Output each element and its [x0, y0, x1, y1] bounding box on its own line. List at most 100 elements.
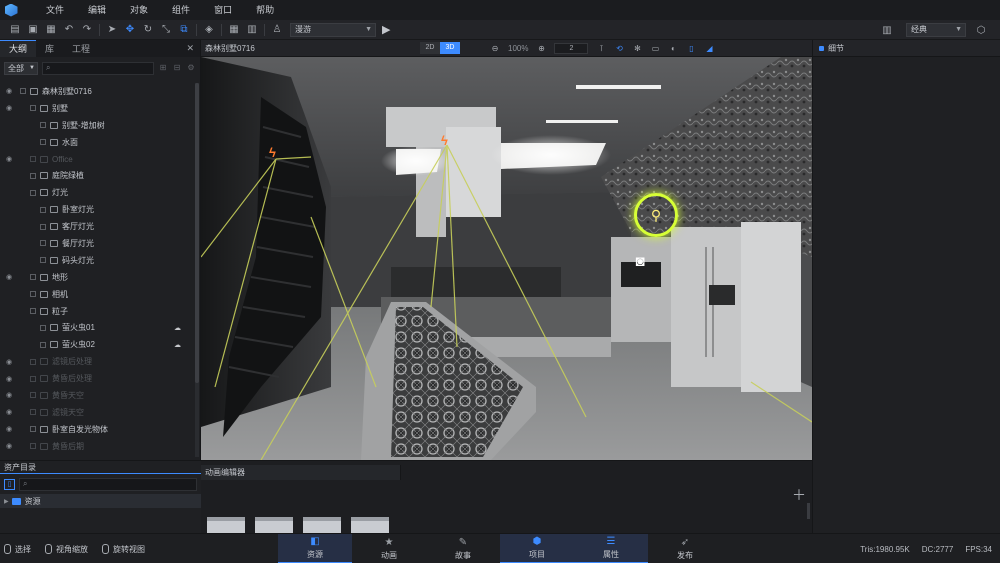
row-checkbox[interactable]	[30, 172, 36, 179]
outline-tree-row[interactable]: 相机	[0, 286, 195, 303]
outline-tree-row[interactable]: 萤火虫01 ☁	[0, 319, 195, 336]
menu-window[interactable]: 窗口	[202, 0, 244, 20]
light-gizmo-icon[interactable]: ϟ	[269, 145, 276, 160]
outline-tree-row[interactable]: 水面	[0, 134, 195, 151]
animation-clip[interactable]	[303, 517, 341, 534]
outline-tree-row[interactable]: ◉ 卧室自发光物体	[0, 421, 195, 438]
outline-tree-row[interactable]: ◉ 地形	[0, 269, 195, 286]
row-checkbox[interactable]	[30, 443, 36, 450]
scale-tool-icon[interactable]: ⤡	[157, 22, 175, 38]
tab-library[interactable]: 库	[36, 41, 63, 57]
tab-story[interactable]: ✎ 故事	[426, 534, 500, 563]
row-checkbox[interactable]	[40, 324, 46, 331]
visibility-eye-icon[interactable]: ◉	[6, 408, 14, 416]
animation-editor-tab[interactable]: 动画编辑器	[201, 465, 401, 480]
menu-help[interactable]: 帮助	[244, 0, 286, 20]
visibility-eye-icon[interactable]: ◉	[6, 87, 14, 95]
outline-search-input[interactable]	[57, 62, 137, 74]
row-checkbox[interactable]	[30, 291, 36, 298]
row-checkbox[interactable]	[30, 156, 36, 162]
outline-tree-row[interactable]: ◉ 滤镜后处理	[0, 353, 195, 370]
outline-tree-row[interactable]: 庭院绿植	[0, 167, 195, 184]
expand-all-icon[interactable]: ⊞	[158, 63, 168, 73]
play-icon[interactable]: ▶	[382, 23, 390, 36]
outline-tree-row[interactable]: ◉ 滤镜天空	[0, 404, 195, 421]
move-tool-icon[interactable]: ✥	[121, 22, 139, 38]
outline-tree-row[interactable]: 卧室灯光	[0, 201, 195, 218]
walk-mode-icon[interactable]: ♙	[268, 22, 286, 38]
row-checkbox[interactable]	[30, 308, 36, 315]
light-gizmo-icon[interactable]: ϟ	[441, 133, 448, 148]
settings-hex-icon[interactable]: ⬡	[972, 22, 990, 38]
outline-tree-row[interactable]: ◉ 森林别墅0716	[0, 83, 195, 100]
video-icon[interactable]: ▭	[650, 44, 660, 53]
menu-component[interactable]: 组件	[160, 0, 202, 20]
outline-tree-row[interactable]: ◉ 黄昏后处理	[0, 370, 195, 387]
snap-toggle-icon[interactable]: ⟲	[614, 44, 624, 53]
row-checkbox[interactable]	[40, 206, 46, 213]
zoom-in-icon[interactable]: ⊕	[536, 44, 546, 53]
asset-search-input[interactable]	[34, 478, 134, 490]
outline-tree-row[interactable]: 粒子	[0, 303, 195, 320]
save-icon[interactable]: ▣	[24, 22, 42, 38]
tab-properties[interactable]: ☰ 属性	[574, 534, 648, 563]
redo-icon[interactable]: ↷	[78, 22, 96, 38]
undo-icon[interactable]: ↶	[60, 22, 78, 38]
asset-search[interactable]: ⌕	[19, 477, 197, 491]
outline-tree-row[interactable]: ◉ 黄昏后期	[0, 438, 195, 455]
outline-tree-row[interactable]: 客厅灯光	[0, 218, 195, 235]
asset-folder-root[interactable]: ▶ 资源	[0, 494, 201, 508]
visibility-eye-icon[interactable]: ◉	[6, 273, 14, 281]
tab-animation[interactable]: ★ 动画	[352, 534, 426, 563]
collapse-all-icon[interactable]: ⊟	[172, 63, 182, 73]
probe-gizmo-icon[interactable]: ⚲	[634, 193, 678, 237]
outline-tree-row[interactable]: 灯光	[0, 184, 195, 201]
visibility-eye-icon[interactable]: ◉	[6, 442, 14, 450]
row-checkbox[interactable]	[30, 105, 36, 112]
count-field[interactable]: 2	[554, 42, 589, 54]
render-icon[interactable]: ◐	[668, 44, 678, 53]
outline-tree-row[interactable]: 别墅-增加树	[0, 117, 195, 134]
visibility-eye-icon[interactable]: ◉	[6, 155, 14, 163]
row-checkbox[interactable]	[30, 375, 36, 382]
camera-gizmo-icon[interactable]: ◙	[629, 253, 651, 271]
measure-icon[interactable]: ⊺	[596, 44, 606, 53]
lock-icon[interactable]: ▯	[686, 44, 696, 53]
row-checkbox[interactable]	[40, 240, 46, 247]
expand-icon[interactable]: ◢	[704, 44, 714, 53]
zoom-out-icon[interactable]: ⊖	[490, 44, 500, 53]
layout-preset-icon[interactable]: ▥	[878, 22, 896, 38]
outline-search[interactable]: ⌕	[42, 61, 154, 75]
row-checkbox[interactable]	[40, 257, 46, 264]
tab-project[interactable]: ⬢ 项目	[500, 534, 574, 563]
row-checkbox[interactable]	[30, 358, 36, 365]
visibility-eye-icon[interactable]: ◉	[6, 104, 14, 112]
animation-clip[interactable]	[351, 517, 389, 534]
style-select[interactable]: 经典 ▼	[906, 23, 966, 37]
new-file-icon[interactable]: ▤	[6, 22, 24, 38]
mode-3d-button[interactable]: 3D	[440, 42, 460, 54]
tab-assets[interactable]: ◧ 资源	[278, 534, 352, 563]
grid-icon[interactable]: ▦	[225, 22, 243, 38]
visibility-eye-icon[interactable]: ◉	[6, 425, 14, 433]
menu-file[interactable]: 文件	[34, 0, 76, 20]
panel-toggle-icon[interactable]: ▯	[4, 478, 15, 490]
outline-tree-row[interactable]: ◉ 别墅	[0, 100, 195, 117]
animation-clip[interactable]	[255, 517, 293, 534]
3d-viewport[interactable]: ϟ ϟ ⚲ ◙	[201, 57, 812, 460]
menu-edit[interactable]: 编辑	[76, 0, 118, 20]
tab-publish[interactable]: ➶ 发布	[648, 534, 722, 563]
settings-icon[interactable]: ✻	[632, 44, 642, 53]
visibility-eye-icon[interactable]: ◉	[6, 391, 14, 399]
transform-tool-icon[interactable]: ⧉	[175, 22, 193, 38]
rotate-tool-icon[interactable]: ↻	[139, 22, 157, 38]
outline-settings-icon[interactable]: ⚙	[186, 63, 196, 73]
row-checkbox[interactable]	[30, 426, 36, 433]
row-checkbox[interactable]	[40, 223, 46, 230]
row-checkbox[interactable]	[30, 189, 36, 196]
layout-icon[interactable]: ▥	[243, 22, 261, 38]
select-tool-icon[interactable]: ➤	[103, 22, 121, 38]
close-icon[interactable]: ✕	[186, 43, 194, 54]
outline-tree-row[interactable]: 餐厅灯光	[0, 235, 195, 252]
save-as-icon[interactable]: ▦	[42, 22, 60, 38]
